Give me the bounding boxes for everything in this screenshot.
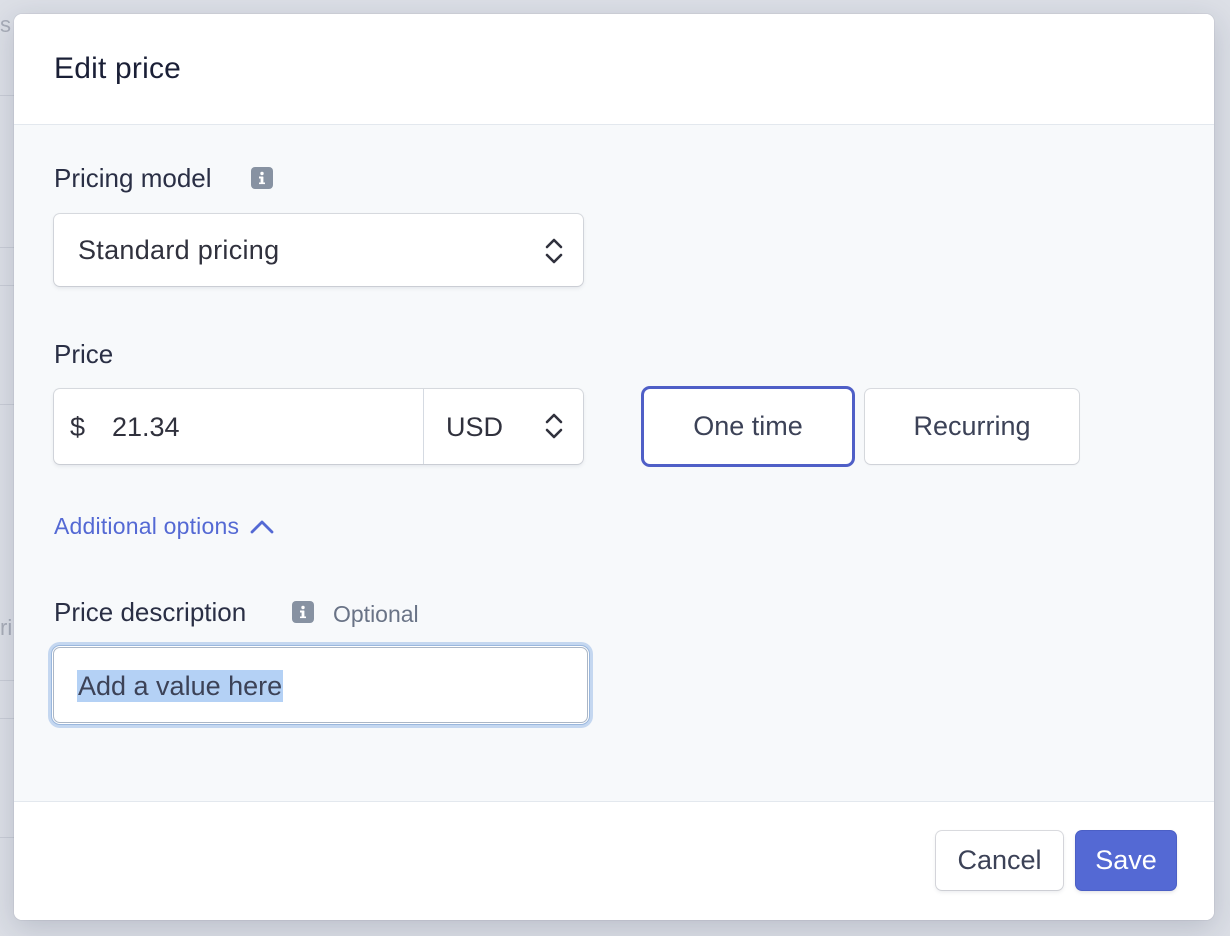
price-amount-input[interactable]: 21.34 xyxy=(112,412,180,443)
chevron-up-down-icon[interactable] xyxy=(543,411,565,441)
background-divider xyxy=(0,404,14,405)
additional-options-toggle[interactable]: Additional options xyxy=(54,513,275,540)
price-description-value: Add a value here xyxy=(77,670,284,702)
info-icon[interactable] xyxy=(251,167,273,189)
price-description-label: Price description xyxy=(54,597,247,627)
price-description-input[interactable]: Add a value here xyxy=(52,646,589,724)
optional-label: Optional xyxy=(333,601,419,627)
chevron-up-down-icon xyxy=(545,238,563,264)
modal-title: Edit price xyxy=(54,52,182,85)
background-text-fragment: ri xyxy=(0,615,13,640)
price-label: Price xyxy=(54,339,114,369)
currency-select[interactable]: USD xyxy=(446,412,503,443)
background-divider xyxy=(0,680,14,681)
currency-symbol: $ xyxy=(70,412,86,442)
modal-header: Edit price xyxy=(14,14,1214,125)
pricing-model-value: Standard pricing xyxy=(78,235,280,265)
background-divider xyxy=(0,285,14,286)
additional-options-label: Additional options xyxy=(54,513,240,539)
one-time-button[interactable]: One time xyxy=(644,389,852,464)
recurring-button[interactable]: Recurring xyxy=(865,389,1079,464)
chevron-up-icon xyxy=(250,520,274,533)
background-divider xyxy=(0,837,14,838)
background-divider xyxy=(0,247,14,248)
background-text-fragment: s xyxy=(0,12,11,37)
pricing-model-label: Pricing model xyxy=(54,163,212,193)
cancel-button[interactable]: Cancel xyxy=(936,831,1063,890)
background-divider xyxy=(0,718,14,719)
info-icon[interactable] xyxy=(292,601,314,623)
background-divider xyxy=(0,95,14,96)
price-divider xyxy=(423,389,424,464)
save-button[interactable]: Save xyxy=(1076,831,1176,890)
edit-price-modal: Edit price Pricing model Standard pricin… xyxy=(14,14,1214,920)
pricing-model-select[interactable]: Standard pricing xyxy=(54,214,583,286)
price-input-group: $ 21.34 USD xyxy=(54,389,583,464)
